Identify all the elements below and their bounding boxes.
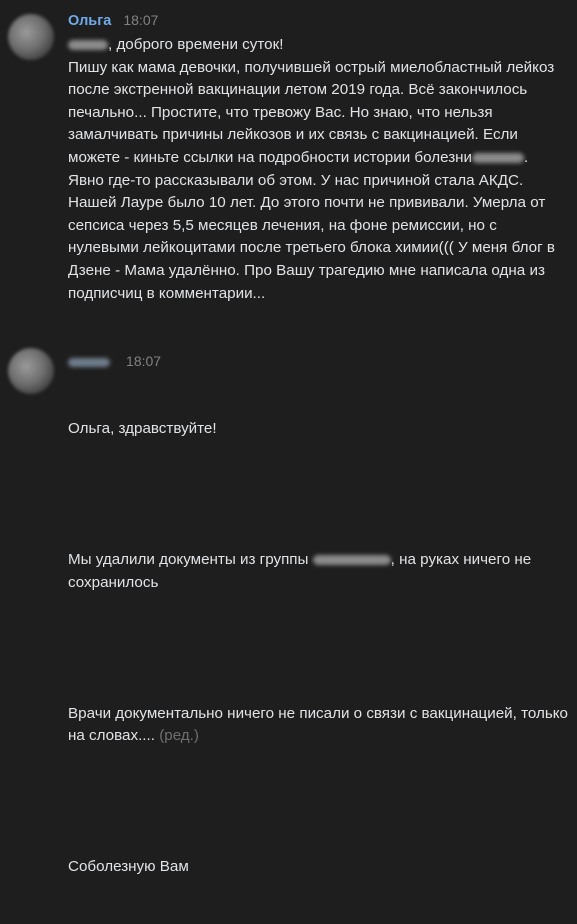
edited-label[interactable]: (ред.) <box>159 727 199 744</box>
redacted-group-name <box>312 555 391 566</box>
message-header: Ольга 18:07 <box>68 10 158 30</box>
redacted-name <box>68 39 108 50</box>
message-header: 18:07 <box>68 351 161 371</box>
message-text-part: Врачи документально ничего не писали о с… <box>68 704 573 745</box>
message-text: Ольга, здравствуйте! Мы удалили документ… <box>68 373 568 924</box>
redacted-author-name[interactable] <box>68 357 110 367</box>
message-text-part: . Явно где-то рассказывали об этом. У на… <box>68 148 560 302</box>
message-paragraph: Ольга, здравствуйте! <box>68 420 217 438</box>
redacted-name <box>472 152 525 163</box>
message-paragraph: Врачи документально ничего не писали о с… <box>68 703 568 748</box>
message-paragraph: Мы удалили документы из группы , на рука… <box>68 549 568 594</box>
message-time[interactable]: 18:07 <box>126 353 161 369</box>
author-name[interactable]: Ольга <box>68 13 111 29</box>
message-paragraph: Соболезную Вам <box>68 858 189 876</box>
avatar[interactable] <box>8 14 54 60</box>
message-text: , доброго времени суток! Пишу как мама д… <box>68 34 568 305</box>
message-time[interactable]: 18:07 <box>123 12 158 28</box>
message-text-part: , доброго времени суток! Пишу как мама д… <box>68 36 555 166</box>
message-text-part: Мы удалили документы из группы <box>68 551 313 569</box>
avatar[interactable] <box>8 348 54 394</box>
